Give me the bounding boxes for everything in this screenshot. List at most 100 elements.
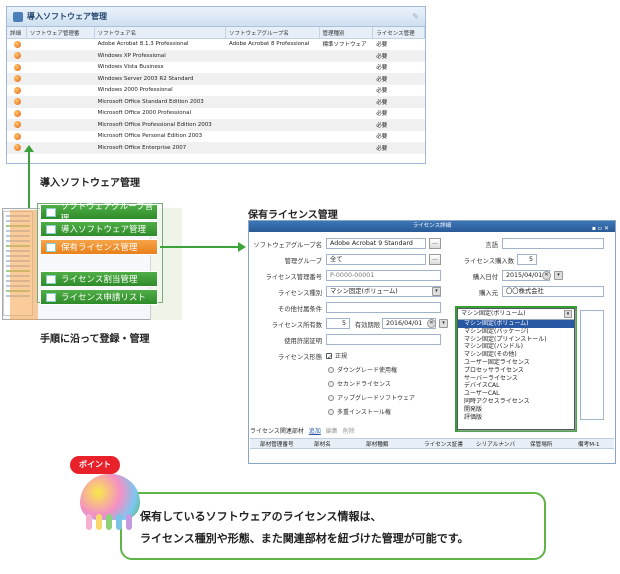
table-row[interactable]: Microsoft Office 2000 Professional 必要 (7, 108, 425, 120)
col-certificate[interactable]: ライセンス証書 (420, 440, 472, 448)
dropdown-option[interactable]: マシン固定(ボリューム) (458, 320, 574, 328)
license-kind-select[interactable]: マシン固定(ボリューム) (326, 286, 441, 297)
detail-icon[interactable] (14, 109, 21, 117)
add-link[interactable]: 追加 (309, 428, 321, 435)
software-group-input[interactable]: Adobe Acrobat 9 Standard (326, 238, 426, 249)
detail-cell[interactable] (7, 97, 27, 108)
checkbox-downgrade[interactable]: ダウングレード使用権 (328, 365, 397, 374)
arrow-right-head (238, 242, 246, 252)
software-group-browse-button[interactable]: … (429, 238, 441, 249)
detail-cell[interactable] (7, 39, 27, 50)
col-detail[interactable]: 詳細 (7, 27, 27, 38)
detail-icon[interactable] (14, 121, 21, 129)
window-buttons-icon[interactable]: ▪▫✕ (592, 223, 611, 234)
license-count-input[interactable]: 5 (326, 318, 350, 329)
mgmt-group-input[interactable]: 全て (326, 254, 426, 265)
menu-license-request[interactable]: ライセンス申請リスト (40, 289, 158, 305)
detail-cell[interactable] (7, 120, 27, 131)
dropdown-option[interactable]: マシン固定(その他) (458, 351, 574, 359)
detail-icon[interactable] (14, 144, 21, 152)
table-row[interactable]: Windows 2000 Professional 必要 (7, 85, 425, 97)
chevron-down-icon[interactable]: ▾ (564, 310, 572, 318)
dropdown-option[interactable]: マシン固定(パッケージ) (458, 328, 574, 336)
checkbox-upgrade[interactable]: アップグレードソフトウェア (328, 393, 415, 402)
dropdown-option[interactable]: プロセッサライセンス (458, 367, 574, 375)
clear-icon[interactable]: ✕ (427, 319, 436, 328)
menu-license-assign[interactable]: ライセンス割当管理 (40, 271, 158, 287)
checkbox-second[interactable]: セカンドライセンス (328, 379, 391, 388)
mgmt-group-label: 管理グループ (284, 258, 322, 265)
software-name-cell: Windows XP Professional (97, 52, 166, 59)
license-kind-dropdown[interactable]: マシン固定(ボリューム) ▾ マシン固定(ボリューム) マシン固定(パッケージ) マシ… (457, 308, 575, 430)
col-group-name[interactable]: ソフトウェアグループ名 (226, 27, 320, 38)
detail-icon[interactable] (14, 63, 21, 71)
dropdown-option[interactable]: 開発版 (458, 406, 574, 414)
notes-area[interactable] (580, 310, 604, 420)
contract-input[interactable] (326, 302, 441, 313)
detail-cell[interactable] (7, 74, 27, 85)
arrow-up-head (24, 145, 34, 152)
calendar-dropdown-icon[interactable]: ▾ (439, 319, 448, 328)
delete-link[interactable]: 削除 (343, 428, 355, 435)
mgmt-type-cell (320, 85, 374, 96)
detail-icon[interactable] (14, 75, 21, 83)
col-license[interactable]: ライセンス管理 (373, 27, 425, 38)
detail-icon[interactable] (14, 40, 21, 48)
detail-cell[interactable] (7, 62, 27, 73)
dropdown-selected[interactable]: マシン固定(ボリューム) ▾ (458, 309, 574, 320)
col-mgmt-no[interactable]: ソフトウェア管理番 (27, 27, 95, 38)
window-control-icon[interactable]: ✎ (412, 12, 419, 21)
purchase-count-input[interactable]: 5 (517, 254, 537, 265)
license-form-label: ライセンス形態 (278, 354, 322, 361)
vendor-label: 購入元 (479, 290, 498, 297)
dropdown-option[interactable]: 評価版 (458, 414, 574, 422)
dropdown-option[interactable]: ユーザーCAL (458, 390, 574, 398)
detail-icon[interactable] (14, 52, 21, 60)
table-row[interactable]: Adobe Acrobat 8.1.3 Professional Adobe Ac… (7, 39, 425, 51)
col-remarks[interactable]: 備考M-1 (574, 440, 612, 448)
vendor-input[interactable]: 〇〇株式会社 (502, 286, 604, 297)
mgmt-no-input[interactable]: P-0000-00001 (326, 270, 441, 281)
detail-cell[interactable] (7, 108, 27, 119)
menu-owned-license[interactable]: 保有ライセンス管理 (40, 239, 158, 255)
clear-icon[interactable]: ✕ (542, 271, 551, 280)
mgmt-no-cell (27, 143, 95, 154)
detail-icon[interactable] (14, 86, 21, 94)
cert-input[interactable] (326, 334, 441, 345)
table-row[interactable]: Microsoft Office Personal Edition 2003 必要 (7, 131, 425, 143)
col-storage[interactable]: 保管場所 (526, 440, 574, 448)
checkbox-regular[interactable]: ✓ 正規 (326, 351, 347, 361)
table-row[interactable]: Windows Server 2003 R2 Standard 必要 (7, 73, 425, 85)
table-row[interactable]: Windows Vista Business 必要 (7, 62, 425, 74)
col-software-name[interactable]: ソフトウェア名 (95, 27, 226, 38)
calendar-dropdown-icon[interactable]: ▾ (554, 271, 563, 280)
detail-cell[interactable] (7, 51, 27, 62)
table-row[interactable]: Windows XP Professional 必要 (7, 50, 425, 62)
detail-icon[interactable] (14, 98, 21, 106)
col-serial[interactable]: シリアルナンバ (472, 440, 526, 448)
menu-software-group[interactable]: ソフトウェアグループ管理 (40, 202, 158, 224)
table-row[interactable]: Microsoft Office Enterprise 2007 必要 (7, 142, 425, 154)
mgmt-group-browse-button[interactable]: … (429, 254, 441, 265)
dropdown-option[interactable]: 同時アクセスライセンス (458, 398, 574, 406)
dropdown-option[interactable]: ユーザー固定ライセンス (458, 359, 574, 367)
edit-link[interactable]: 編集 (326, 428, 338, 435)
col-part-type[interactable]: 部材種類 (362, 440, 420, 448)
detail-cell[interactable] (7, 131, 27, 142)
detail-cell[interactable] (7, 85, 27, 96)
group-name-cell (226, 74, 320, 85)
language-input[interactable] (502, 238, 604, 249)
col-part-name[interactable]: 部材名 (310, 440, 362, 448)
detail-icon[interactable] (14, 132, 21, 140)
table-row[interactable]: Microsoft Office Professional Edition 20… (7, 119, 425, 131)
col-part-no[interactable]: 部材管理番号 (250, 440, 310, 448)
window-icon (13, 11, 23, 22)
col-mgmt-type[interactable]: 管理種別 (320, 27, 374, 38)
checkbox-multi-install[interactable]: 多重インストール権 (328, 407, 391, 416)
table-row[interactable]: Microsoft Office Standard Edition 2003 必要 (7, 96, 425, 108)
dropdown-option[interactable]: デバイスCAL (458, 382, 574, 390)
menu-installed-software[interactable]: 導入ソフトウェア管理 (40, 221, 158, 237)
chevron-down-icon[interactable]: ▾ (432, 287, 441, 296)
purchase-count-label: ライセンス購入数 (463, 258, 514, 265)
license-cell: 必要 (376, 111, 388, 118)
